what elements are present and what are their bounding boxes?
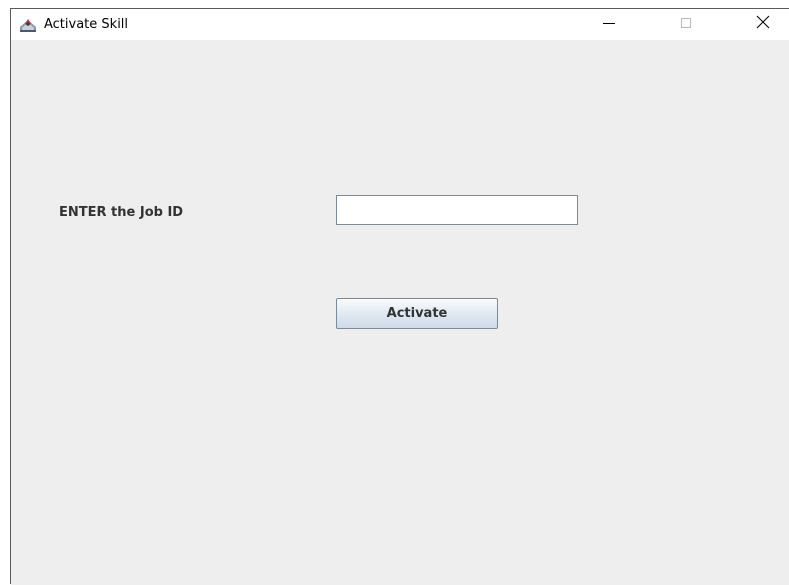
maximize-icon [680,16,692,34]
close-icon [756,15,770,34]
java-duke-icon [19,17,37,33]
window-title: Activate Skill [44,17,129,32]
content-panel: ENTER the Job ID Activate [11,40,789,585]
minimize-icon [603,16,615,34]
title-bar[interactable]: Activate Skill [11,9,789,40]
close-button[interactable] [740,9,786,40]
activate-button[interactable]: Activate [336,298,498,329]
job-id-label: ENTER the Job ID [59,205,184,220]
job-id-input[interactable] [336,195,578,225]
maximize-button[interactable] [663,9,709,40]
activate-skill-window: Activate Skill ENTER the Job ID Activate [10,8,789,585]
minimize-button[interactable] [586,9,632,40]
